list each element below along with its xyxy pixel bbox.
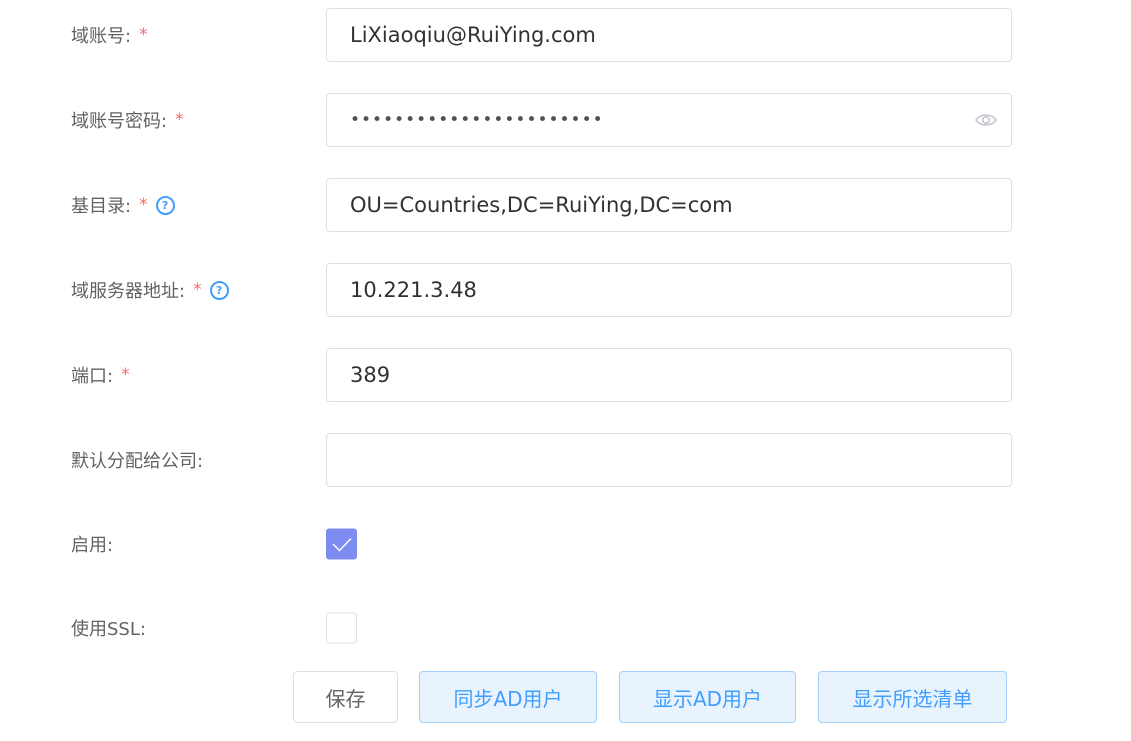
domain-password-value: ••••••••••••••••••••••• (350, 110, 604, 130)
domain-password-input[interactable]: ••••••••••••••••••••••• (326, 93, 1012, 147)
checkmark-icon (332, 538, 352, 552)
port-label: 端口: * (71, 362, 130, 388)
required-asterisk: * (139, 25, 148, 45)
required-asterisk: * (193, 280, 202, 300)
help-icon[interactable]: ? (155, 195, 175, 215)
sync-ad-users-button[interactable]: 同步AD用户 (419, 671, 597, 723)
use-ssl-checkbox[interactable] (326, 612, 357, 644)
enabled-label-text: 启用: (71, 535, 114, 556)
use-ssl-label: 使用SSL: (71, 615, 146, 641)
form-row-use-ssl: 使用SSL: (0, 601, 1131, 655)
use-ssl-label-text: 使用SSL: (71, 619, 146, 640)
default-company-label: 默认分配给公司: (71, 447, 203, 473)
show-ad-users-button[interactable]: 显示AD用户 (619, 671, 796, 723)
port-value: 389 (350, 363, 391, 387)
form-row-default-company: 默认分配给公司: (0, 433, 1131, 487)
port-label-text: 端口: (71, 366, 114, 387)
show-selected-list-button[interactable]: 显示所选清单 (818, 671, 1007, 723)
enabled-label: 启用: (71, 531, 113, 557)
form-row-enabled: 启用: (0, 517, 1131, 571)
server-address-value: 10.221.3.48 (350, 278, 477, 302)
required-asterisk: * (121, 365, 130, 385)
server-address-label-text: 域服务器地址: (71, 281, 186, 302)
domain-account-label: 域账号: * (71, 22, 148, 48)
form-row-base-dn: 基目录: * ? OU=Countries,DC=RuiYing,DC=com (0, 178, 1131, 232)
default-company-input[interactable] (326, 433, 1012, 487)
form-row-port: 端口: * 389 (0, 348, 1131, 402)
base-dn-input[interactable]: OU=Countries,DC=RuiYing,DC=com (326, 178, 1012, 232)
eye-icon[interactable] (975, 112, 997, 128)
base-dn-label-text: 基目录: (71, 196, 132, 217)
base-dn-label: 基目录: * ? (71, 192, 175, 218)
domain-password-label: 域账号密码: * (71, 107, 184, 133)
server-address-label: 域服务器地址: * ? (71, 277, 229, 303)
server-address-input[interactable]: 10.221.3.48 (326, 263, 1012, 317)
port-input[interactable]: 389 (326, 348, 1012, 402)
domain-account-label-text: 域账号: (71, 26, 132, 47)
form-row-domain-account: 域账号: * LiXiaoqiu@RuiYing.com (0, 8, 1131, 62)
default-company-label-text: 默认分配给公司: (71, 451, 204, 472)
help-icon[interactable]: ? (209, 280, 229, 300)
save-button[interactable]: 保存 (293, 671, 398, 723)
domain-account-value: LiXiaoqiu@RuiYing.com (350, 23, 596, 47)
domain-password-label-text: 域账号密码: (71, 111, 168, 132)
enabled-checkbox[interactable] (326, 528, 357, 560)
required-asterisk: * (175, 110, 184, 130)
form-row-domain-password: 域账号密码: * ••••••••••••••••••••••• (0, 93, 1131, 147)
required-asterisk: * (139, 195, 148, 215)
domain-account-input[interactable]: LiXiaoqiu@RuiYing.com (326, 8, 1012, 62)
base-dn-value: OU=Countries,DC=RuiYing,DC=com (350, 193, 733, 217)
form-row-server-address: 域服务器地址: * ? 10.221.3.48 (0, 263, 1131, 317)
